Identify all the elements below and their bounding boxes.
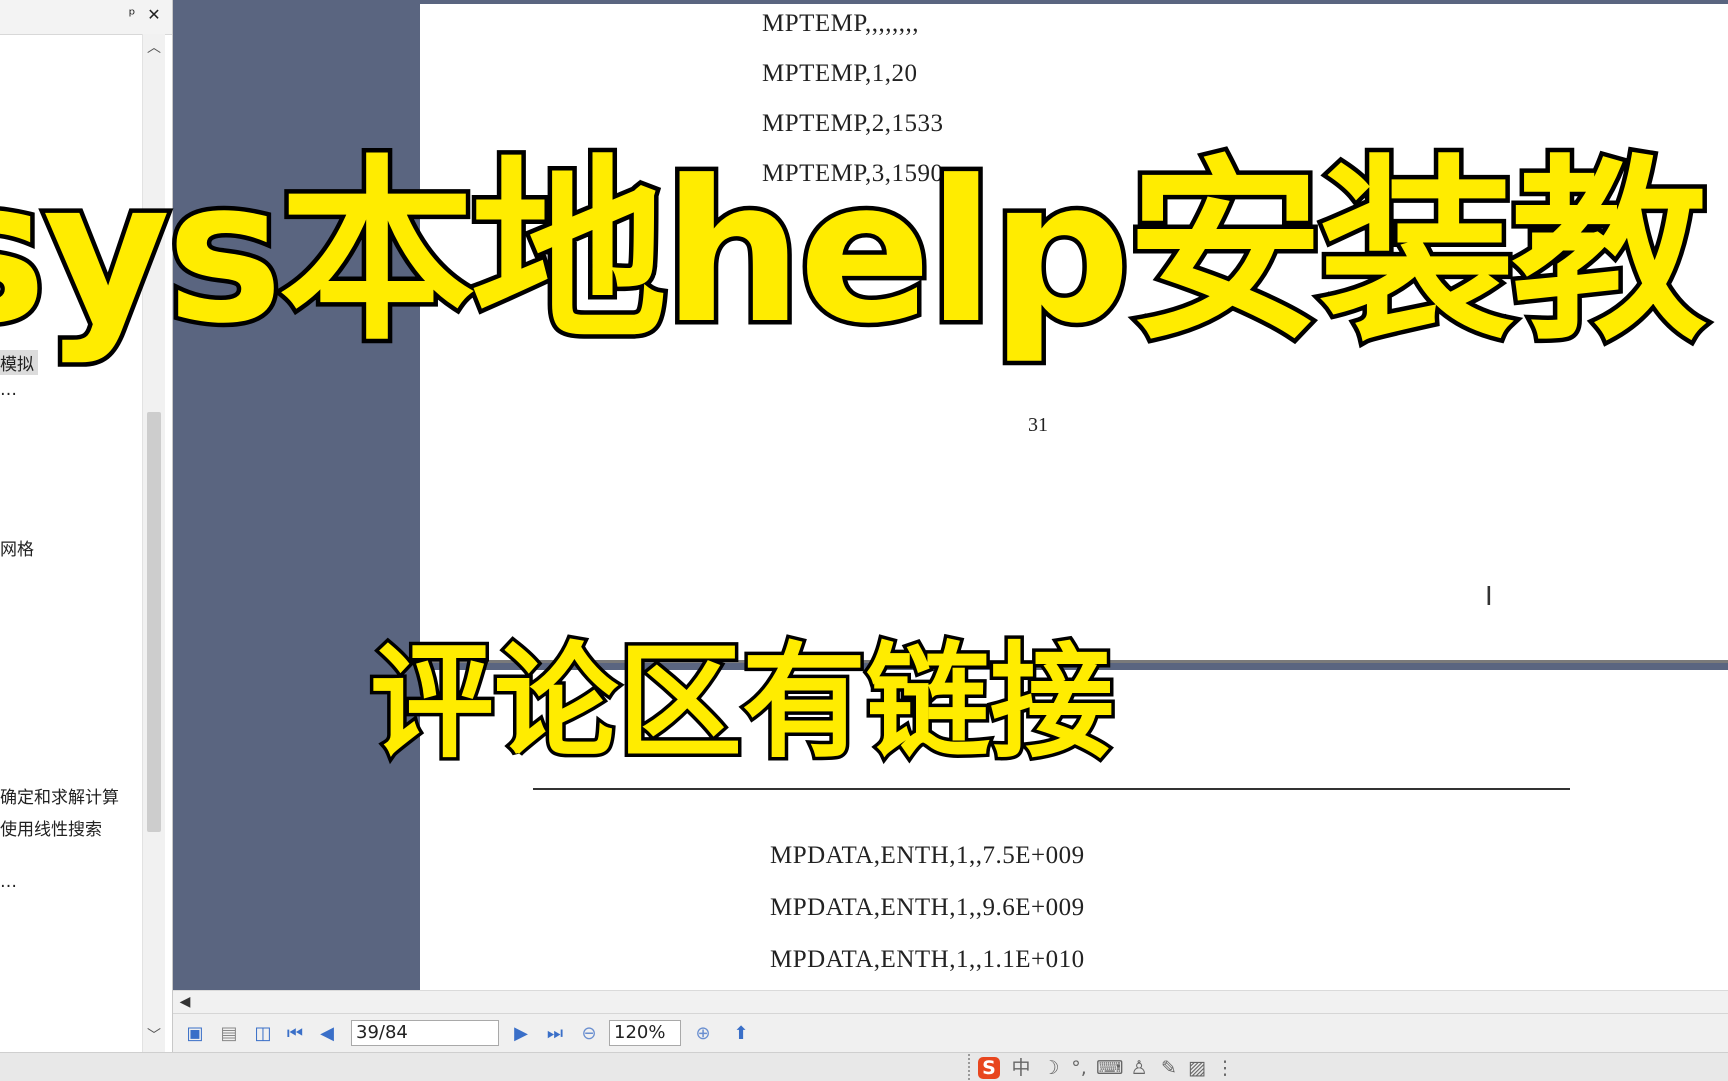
ime-punctuation-icon[interactable]: °,: [1066, 1056, 1092, 1080]
ime-moon-icon[interactable]: ☽: [1038, 1056, 1064, 1080]
code-line: MPTEMP,1,20: [762, 60, 918, 87]
go-up-icon[interactable]: ⬆: [729, 1022, 753, 1046]
ime-logo-icon[interactable]: S: [978, 1057, 1000, 1079]
scroll-left-icon[interactable]: ◀: [175, 991, 195, 1013]
tree-item[interactable]: 使用线性搜索: [0, 815, 102, 840]
tree-item[interactable]: …: [0, 380, 17, 400]
last-page-icon[interactable]: ⏭: [543, 1022, 567, 1046]
code-line: MPDATA,ENTH,1,,9.6E+009: [770, 894, 1085, 921]
zoom-input[interactable]: [609, 1020, 681, 1046]
code-line: MPDATA,ENTH,1,,1.1E+010: [770, 946, 1085, 973]
pane-header: ᵖ ✕: [0, 0, 172, 35]
page-number-input[interactable]: [351, 1020, 499, 1046]
zoom-in-icon[interactable]: ⊕: [691, 1022, 715, 1046]
facing-pages-view-icon[interactable]: ◫: [251, 1022, 275, 1046]
ime-user-icon[interactable]: ♙: [1126, 1056, 1152, 1080]
first-page-icon[interactable]: ⏮: [283, 1022, 307, 1046]
scrollbar-thumb[interactable]: [147, 412, 161, 832]
tree-item[interactable]: 确定和求解计算: [0, 783, 119, 808]
overlay-subtitle: 评论区有链接: [366, 628, 1117, 779]
ime-keyboard-icon[interactable]: ⌨: [1096, 1056, 1123, 1080]
continuous-view-icon[interactable]: ▤: [217, 1022, 241, 1046]
overlay-title: sys本地help安装教: [0, 135, 1712, 372]
previous-page-icon[interactable]: ◀: [315, 1022, 339, 1046]
ime-toolbar: S 中 ☽ °, ⌨ ♙ ✎ ▨ ⋮: [968, 1054, 1270, 1080]
pin-icon[interactable]: ᵖ: [122, 4, 142, 26]
status-bar: [0, 1052, 1728, 1081]
next-page-icon[interactable]: ▶: [509, 1022, 533, 1046]
horizontal-scrollbar[interactable]: ◀: [173, 990, 1728, 1013]
ime-language-icon[interactable]: 中: [1008, 1056, 1034, 1080]
code-line: MPDATA,ENTH,1,,7.5E+009: [770, 842, 1085, 869]
text-cursor-icon: I: [1485, 582, 1493, 612]
viewer-toolbar: ▣ ▤ ◫ ⏮ ◀ ▶ ⏭ ⊖ ⊕ ⬆: [173, 1013, 1728, 1054]
single-page-view-icon[interactable]: ▣: [183, 1022, 207, 1046]
ime-more-icon[interactable]: ⋮: [1212, 1056, 1238, 1080]
code-line: MPTEMP,,,,,,,,: [762, 10, 920, 37]
zoom-out-icon[interactable]: ⊖: [577, 1022, 601, 1046]
scroll-up-icon[interactable]: ︿: [143, 36, 165, 60]
tree-item[interactable]: …: [0, 872, 17, 892]
ime-tools-icon[interactable]: ✎: [1156, 1056, 1182, 1080]
scroll-down-icon[interactable]: ﹀: [143, 1024, 165, 1048]
page-number: 31: [1028, 414, 1048, 436]
close-pane-button[interactable]: ✕: [144, 4, 164, 26]
code-line: MPTEMP,2,1533: [762, 110, 944, 137]
header-rule: [533, 788, 1570, 790]
ime-skin-icon[interactable]: ▨: [1184, 1056, 1210, 1080]
tree-item[interactable]: 网格: [0, 535, 34, 560]
